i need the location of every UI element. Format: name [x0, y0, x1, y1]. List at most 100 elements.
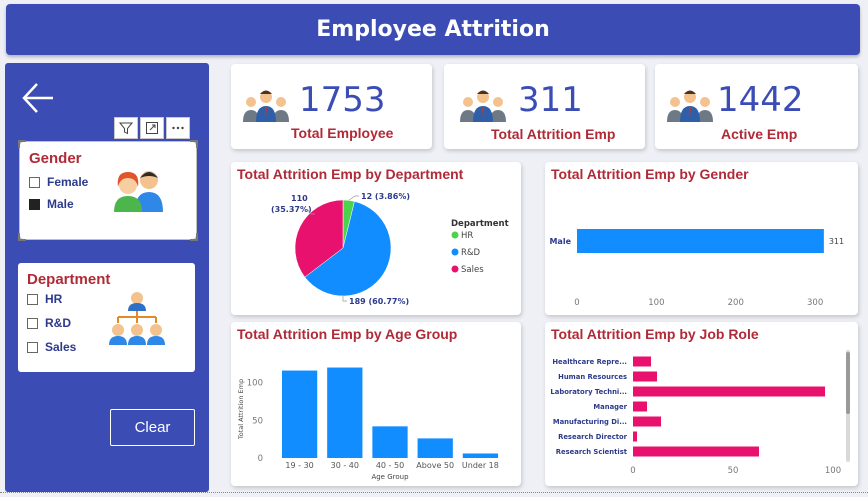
employees-group-icon — [667, 90, 713, 122]
kpi-label: Active Emp — [721, 126, 798, 142]
category-label: 40 - 50 — [376, 461, 404, 470]
kpi-card-active-emp: 1442 Active Emp — [655, 64, 858, 149]
category-label: Human Resources — [558, 373, 627, 381]
kpi-card-total-attrition: 311 Total Attrition Emp — [444, 64, 645, 149]
category-label: Laboratory Techni... — [550, 388, 627, 396]
page-divider — [0, 492, 868, 494]
bar-job-role — [633, 416, 661, 427]
gender-slicer: Gender Female Male — [18, 140, 198, 241]
category-label: Healthcare Repre... — [552, 358, 627, 366]
bar-job-role — [633, 431, 637, 442]
tick-label: 50 — [252, 416, 263, 426]
bar-3040 — [327, 367, 363, 458]
tick-label: 0 — [630, 466, 635, 476]
category-label: 30 - 40 — [331, 461, 359, 470]
option-label: HR — [45, 292, 63, 306]
gender-option-male[interactable]: Male — [29, 197, 74, 211]
category-label: 19 - 30 — [285, 461, 313, 470]
category-label: Research Scientist — [556, 448, 628, 456]
data-label: 311 — [829, 237, 844, 246]
bar-job-role — [633, 356, 651, 367]
department-slicer-title: Department — [27, 271, 111, 288]
legend-title: Department — [451, 219, 509, 229]
label-leader — [348, 195, 359, 201]
option-label: Male — [47, 197, 74, 211]
data-label: 110 — [291, 194, 308, 203]
department-option-sales[interactable]: Sales — [27, 340, 76, 354]
tick-label: 0 — [574, 298, 579, 308]
more-options-icon[interactable] — [166, 117, 190, 139]
legend-label: Sales — [461, 265, 484, 275]
job-role-bar-chart: 0 50 100 Healthcare Repre... Human Resources… — [550, 350, 850, 476]
checkbox[interactable] — [27, 341, 38, 353]
department-pie-chart: 12 (3.86%) 189 (60.77%) 110 (35.37%) Departm… — [271, 192, 509, 306]
focus-mode-icon[interactable] — [140, 117, 164, 139]
checkbox[interactable] — [29, 176, 40, 188]
tick-label: 100 — [247, 379, 263, 389]
bar-job-role — [633, 446, 759, 457]
chart-card-job-role: Total Attrition Emp by Job Role 0 50 100 He… — [545, 322, 858, 486]
tick-label: 200 — [728, 298, 744, 308]
tick-label: 100 — [648, 298, 664, 308]
clear-filters-button[interactable]: Clear — [110, 409, 195, 446]
kpi-card-total-employee: 1753 Total Employee — [231, 64, 432, 149]
team-hierarchy-icon — [109, 292, 165, 345]
department-slicer: Department HR R&D Sales — [18, 263, 195, 372]
legend-marker — [451, 248, 459, 256]
slicer-toolbar — [114, 117, 190, 139]
data-label: 189 (60.77%) — [349, 297, 409, 306]
tick-label: 300 — [807, 298, 823, 308]
data-label: 12 (3.86%) — [361, 192, 410, 201]
chart-card-age-group: Total Attrition Emp by Age Group 0 50 100 1… — [231, 322, 521, 486]
page-title: Employee Attrition — [316, 17, 550, 42]
bar-above50 — [417, 438, 453, 458]
legend-marker — [451, 265, 459, 273]
gender-slicer-title: Gender — [29, 150, 82, 167]
filter-icon[interactable] — [114, 117, 138, 139]
department-option-hr[interactable]: HR — [27, 292, 62, 306]
legend-label: R&D — [461, 248, 481, 258]
kpi-value: 1753 — [299, 80, 386, 120]
kpi-label: Total Employee — [291, 125, 394, 141]
back-arrow-icon[interactable] — [21, 81, 55, 115]
tick-label: 50 — [728, 466, 739, 476]
tick-label: 100 — [825, 466, 841, 476]
y-axis-label: Total Attrition Emp — [237, 379, 245, 440]
age-group-bar-chart: 0 50 100 19 - 30 30 - 40 40 - 50 Above 50 Under… — [237, 367, 499, 481]
tick-label: 0 — [258, 454, 263, 464]
category-label: Under 18 — [462, 461, 499, 470]
option-label: Sales — [45, 340, 77, 354]
bar-job-role — [633, 371, 657, 382]
option-label: R&D — [45, 316, 71, 330]
employees-group-icon — [460, 90, 506, 122]
x-axis-label: Age Group — [371, 473, 409, 481]
label-leader — [342, 296, 347, 302]
legend-label: HR — [461, 231, 473, 241]
bar-job-role — [633, 386, 825, 397]
bar-under18 — [462, 453, 499, 458]
category-label: Manager — [593, 403, 627, 411]
kpi-value: 1442 — [717, 80, 804, 120]
category-label: Research Director — [558, 433, 628, 441]
gender-option-female[interactable]: Female — [29, 175, 88, 189]
bar-1930 — [281, 370, 318, 458]
chart-card-department: Total Attrition Emp by Department 12 (3.… — [231, 162, 521, 315]
checkbox[interactable] — [29, 198, 40, 210]
people-gender-icon — [114, 171, 163, 212]
employees-group-icon — [243, 90, 289, 122]
data-label: (35.37%) — [271, 205, 312, 214]
kpi-label: Total Attrition Emp — [491, 126, 616, 142]
chart-card-gender: Total Attrition Emp by Gender 0 100 200 300… — [545, 162, 858, 315]
checkbox[interactable] — [27, 317, 38, 329]
department-option-rnd[interactable]: R&D — [27, 316, 71, 330]
dashboard-header: Employee Attrition — [6, 4, 860, 55]
legend-marker — [451, 231, 459, 239]
category-label: Male — [549, 237, 571, 246]
scrollbar-thumb — [846, 352, 850, 414]
bar-job-role — [633, 401, 647, 412]
bar-male — [577, 229, 824, 253]
gender-bar-chart: 0 100 200 300 Male 311 — [549, 229, 844, 308]
option-label: Female — [47, 175, 89, 189]
checkbox[interactable] — [27, 293, 38, 305]
category-label: Manufacturing Di... — [553, 418, 627, 426]
